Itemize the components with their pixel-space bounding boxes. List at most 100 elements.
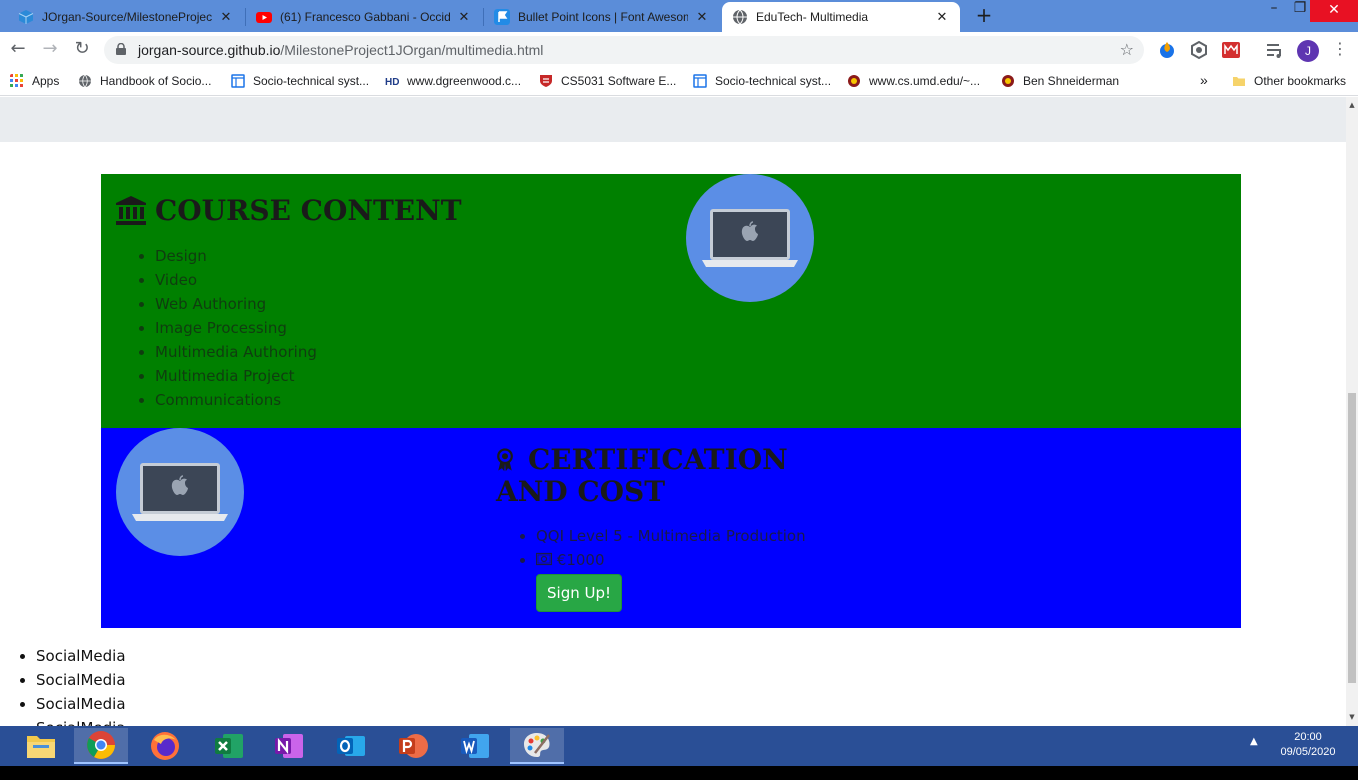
apps-grid-icon — [10, 74, 23, 87]
heading-line: CERTIFICATION — [496, 444, 788, 476]
social-media-link[interactable]: SocialMedia — [36, 668, 126, 692]
url-host: jorgan-source.github.io — [138, 42, 281, 58]
laptop-icon — [132, 463, 228, 521]
browser-menu-icon[interactable]: ⋮ — [1332, 39, 1348, 58]
restore-icon[interactable]: ❐ — [1288, 0, 1312, 28]
screen-bottom-edge — [0, 766, 1358, 780]
outlook-icon[interactable] — [324, 728, 378, 764]
chrome-icon[interactable] — [74, 728, 128, 764]
list-item: Web Authoring — [155, 292, 317, 316]
cube-icon — [18, 10, 34, 24]
list-item: €1000 — [535, 548, 806, 572]
bookmark-apps[interactable]: Apps — [10, 74, 59, 88]
globe-icon — [79, 74, 91, 88]
money-bill-icon — [535, 552, 553, 566]
extension-red-icon[interactable] — [1221, 40, 1241, 60]
bookmark-label: Socio-technical syst... — [253, 74, 370, 88]
excel-icon[interactable] — [202, 728, 256, 764]
browser-tab-3[interactable]: Bullet Point Icons | Font Awesom ✕ — [484, 2, 720, 32]
laptop-image — [116, 428, 244, 556]
close-tab-icon[interactable]: ✕ — [218, 9, 234, 25]
scroll-down-icon[interactable]: ▼ — [1346, 711, 1358, 723]
social-media-link[interactable]: SocialMedia — [36, 692, 126, 716]
firefox-icon[interactable] — [138, 728, 192, 764]
course-content-section: COURSE CONTENT Design Video Web Authorin… — [101, 174, 1241, 428]
bookmarks-bar: Apps Handbook of Socio... Socio-technica… — [0, 68, 1358, 96]
tab-title: JOrgan-Source/MilestoneProject — [42, 10, 212, 24]
bookmark-item[interactable]: www.cs.umd.edu/~... — [847, 74, 980, 88]
file-explorer-icon[interactable] — [14, 728, 68, 764]
list-item: Video — [155, 268, 317, 292]
bookmark-item[interactable]: Handbook of Socio... — [78, 74, 211, 88]
svg-text:HD: HD — [385, 77, 399, 88]
powerpoint-icon[interactable] — [386, 728, 440, 764]
other-bookmarks[interactable]: Other bookmarks — [1232, 74, 1346, 88]
heading-text: COURSE CONTENT — [155, 194, 462, 227]
onenote-icon[interactable] — [262, 728, 316, 764]
course-content-heading: COURSE CONTENT — [115, 194, 462, 227]
back-arrow-icon[interactable]: ← — [6, 38, 30, 62]
window-icon — [231, 74, 245, 88]
page-scrollbar[interactable]: ▲ ▼ — [1346, 97, 1358, 726]
folder-icon — [1233, 77, 1245, 86]
minimize-icon[interactable]: – — [1262, 0, 1286, 28]
paint-icon[interactable] — [510, 728, 564, 764]
scroll-thumb[interactable] — [1348, 393, 1356, 683]
cost-value: €1000 — [556, 551, 605, 569]
extension-hexagon-icon[interactable] — [1189, 40, 1209, 60]
bookmark-item[interactable]: Socio-technical syst... — [693, 74, 831, 88]
bookmark-label: CS5031 Software E... — [561, 74, 677, 88]
certification-list: QQI Level 5 - Multimedia Production €100… — [535, 524, 806, 572]
window-close-icon[interactable]: ✕ — [1310, 0, 1358, 22]
award-icon — [497, 448, 513, 472]
sign-up-button[interactable]: Sign Up! — [536, 574, 622, 612]
media-queue-icon[interactable] — [1265, 40, 1285, 60]
bookmark-item[interactable]: CS5031 Software E... — [539, 74, 676, 88]
address-bar[interactable]: jorgan-source.github.io/MilestoneProject… — [104, 36, 1144, 64]
browser-tab-2[interactable]: (61) Francesco Gabbani - Occide ✕ — [246, 2, 482, 32]
close-tab-icon[interactable]: ✕ — [934, 9, 950, 25]
list-item: Image Processing — [155, 316, 317, 340]
lock-icon — [116, 43, 126, 55]
bookmark-item[interactable]: Socio-technical syst... — [231, 74, 369, 88]
new-tab-button[interactable]: + — [972, 4, 996, 28]
bookmark-label: www.cs.umd.edu/~... — [869, 74, 981, 88]
bookmarks-overflow-button[interactable]: » — [1200, 72, 1208, 88]
laptop-icon — [702, 209, 798, 267]
bookmark-label: Apps — [32, 74, 60, 88]
windows-taskbar: ▲ 20:00 09/05/2020 — [0, 726, 1358, 766]
taskbar-clock[interactable]: 20:00 09/05/2020 — [1266, 730, 1350, 760]
bookmark-label: Ben Shneiderman — [1023, 74, 1120, 88]
flag-icon — [494, 9, 510, 25]
browser-tab-1[interactable]: JOrgan-Source/MilestoneProject ✕ — [8, 2, 244, 32]
extension-fire-icon[interactable] — [1157, 40, 1177, 60]
tab-title: Bullet Point Icons | Font Awesom — [518, 10, 688, 24]
window-icon — [693, 74, 707, 88]
bookmark-star-icon[interactable]: ☆ — [1120, 40, 1134, 59]
social-media-link[interactable]: SocialMedia — [36, 716, 126, 726]
page-viewport: COURSE CONTENT Design Video Web Authorin… — [0, 97, 1346, 726]
word-icon[interactable] — [448, 728, 502, 764]
bookmark-label: www.dgreenwood.c... — [407, 74, 522, 88]
tray-expand-icon[interactable]: ▲ — [1250, 736, 1258, 747]
bookmark-item[interactable]: Ben Shneiderman — [1001, 74, 1119, 88]
social-media-link[interactable]: SocialMedia — [36, 644, 126, 668]
close-tab-icon[interactable]: ✕ — [456, 9, 472, 25]
browser-tab-active[interactable]: EduTech- Multimedia ✕ — [722, 2, 960, 32]
profile-avatar[interactable]: J — [1297, 40, 1319, 62]
laptop-image — [686, 174, 814, 302]
browser-toolbar: ← → ↻ jorgan-source.github.io/MilestoneP… — [0, 32, 1358, 68]
bookmark-item[interactable]: HD www.dgreenwood.c... — [385, 74, 521, 88]
umd-seal-icon — [848, 75, 860, 87]
close-tab-icon[interactable]: ✕ — [694, 9, 710, 25]
reload-icon[interactable]: ↻ — [70, 38, 94, 62]
list-item: Communications — [155, 388, 317, 412]
forward-arrow-icon[interactable]: → — [38, 38, 62, 62]
list-item: Design — [155, 244, 317, 268]
certification-heading: CERTIFICATION AND COST — [496, 444, 788, 508]
url-text: jorgan-source.github.io/MilestoneProject… — [138, 42, 543, 58]
list-item: Multimedia Project — [155, 364, 317, 388]
scroll-up-icon[interactable]: ▲ — [1346, 99, 1358, 111]
bookmark-label: Socio-technical syst... — [715, 74, 832, 88]
tab-title: (61) Francesco Gabbani - Occide — [280, 10, 450, 24]
